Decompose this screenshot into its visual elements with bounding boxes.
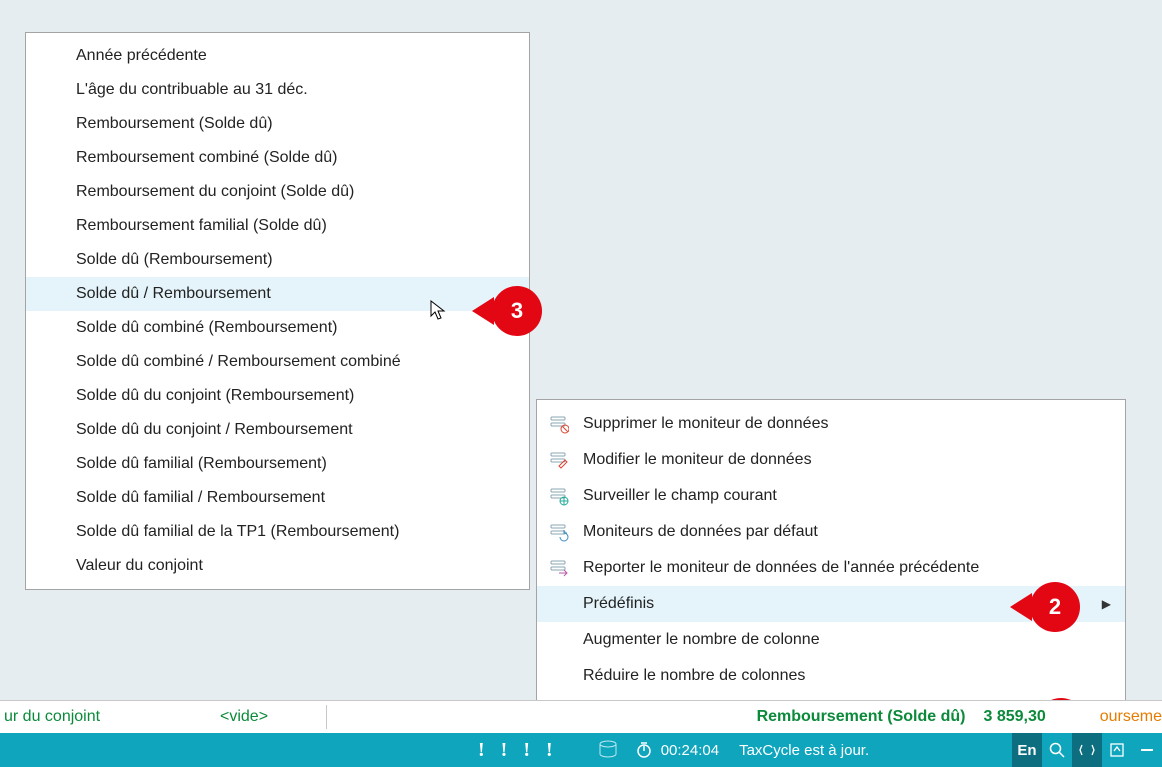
watch-field-icon bbox=[547, 484, 571, 508]
menu-item[interactable]: Solde dû du conjoint / Remboursement bbox=[26, 413, 529, 447]
alert-icon[interactable]: ! bbox=[523, 739, 530, 762]
submenu-arrow-icon: ▶ bbox=[1102, 597, 1111, 611]
alert-icon[interactable]: ! bbox=[546, 739, 553, 762]
menu-decrease-columns[interactable]: Réduire le nombre de colonnes bbox=[537, 658, 1125, 694]
menu-item[interactable]: Remboursement (Solde dû) bbox=[26, 107, 529, 141]
menu-item[interactable]: Remboursement combiné (Solde dû) bbox=[26, 141, 529, 175]
menu-carry-forward[interactable]: Reporter le moniteur de données de l'ann… bbox=[537, 550, 1125, 586]
blank-icon bbox=[547, 592, 571, 616]
monitor-label-refund[interactable]: Remboursement (Solde dû) bbox=[757, 708, 970, 726]
edit-monitor-icon bbox=[547, 448, 571, 472]
app-status-bar: ! ! ! ! 00:24:04 TaxCycle est à jour. En bbox=[0, 733, 1162, 767]
language-toggle[interactable]: En bbox=[1012, 733, 1042, 767]
menu-increase-columns[interactable]: Augmenter le nombre de colonne bbox=[537, 622, 1125, 658]
menu-item[interactable]: Année précédente bbox=[26, 39, 529, 73]
menu-item[interactable]: Solde dû combiné / Remboursement combiné bbox=[26, 345, 529, 379]
preset-submenu: Année précédente L'âge du contribuable a… bbox=[25, 32, 530, 590]
menu-item[interactable]: Solde dû (Remboursement) bbox=[26, 243, 529, 277]
minimize-button[interactable] bbox=[1132, 733, 1162, 767]
menu-default-monitors[interactable]: Moniteurs de données par défaut bbox=[537, 514, 1125, 550]
menu-item-label: Modifier le moniteur de données bbox=[583, 451, 812, 469]
search-button[interactable] bbox=[1042, 733, 1072, 767]
delete-monitor-icon bbox=[547, 412, 571, 436]
menu-item[interactable]: Valeur du conjoint bbox=[26, 549, 529, 583]
expand-panel-button[interactable] bbox=[1102, 733, 1132, 767]
blank-icon bbox=[547, 664, 571, 688]
menu-item[interactable]: Remboursement du conjoint (Solde dû) bbox=[26, 175, 529, 209]
menu-edit-monitor[interactable]: Modifier le moniteur de données bbox=[537, 442, 1125, 478]
menu-item-label: Surveiller le champ courant bbox=[583, 487, 777, 505]
resize-panel-button[interactable] bbox=[1072, 733, 1102, 767]
divider bbox=[326, 705, 327, 729]
menu-item[interactable]: Remboursement familial (Solde dû) bbox=[26, 209, 529, 243]
stopwatch-icon[interactable] bbox=[635, 741, 653, 759]
blank-icon bbox=[547, 628, 571, 652]
alert-icon[interactable]: ! bbox=[478, 739, 485, 762]
alert-icon[interactable]: ! bbox=[501, 739, 508, 762]
app-update-status: TaxCycle est à jour. bbox=[739, 742, 869, 759]
menu-item[interactable]: Solde dû familial / Remboursement bbox=[26, 481, 529, 515]
database-icon[interactable] bbox=[597, 740, 619, 760]
menu-item-label: Prédéfinis bbox=[583, 595, 654, 613]
annotation-callout-2: 2 bbox=[1030, 582, 1080, 632]
reset-monitor-icon bbox=[547, 520, 571, 544]
menu-item[interactable]: Solde dû familial de la TP1 (Rembourseme… bbox=[26, 515, 529, 549]
menu-item[interactable]: Solde dû du conjoint (Remboursement) bbox=[26, 379, 529, 413]
monitor-label-partial[interactable]: ur du conjoint bbox=[0, 708, 220, 726]
monitor-amount[interactable]: 3 859,30 bbox=[969, 708, 1049, 726]
menu-item-label: Moniteurs de données par défaut bbox=[583, 523, 818, 541]
monitor-value-empty[interactable]: <vide> bbox=[220, 708, 320, 726]
menu-item-label: Réduire le nombre de colonnes bbox=[583, 667, 805, 685]
monitor-label-partial-right: ourseme bbox=[1050, 708, 1162, 726]
carry-forward-icon bbox=[547, 556, 571, 580]
alert-indicators[interactable]: ! ! ! ! bbox=[478, 739, 553, 762]
menu-item-label: Supprimer le moniteur de données bbox=[583, 415, 828, 433]
menu-item-label: Augmenter le nombre de colonne bbox=[583, 631, 820, 649]
timer-value[interactable]: 00:24:04 bbox=[661, 742, 719, 759]
menu-watch-field[interactable]: Surveiller le champ courant bbox=[537, 478, 1125, 514]
menu-item[interactable]: L'âge du contribuable au 31 déc. bbox=[26, 73, 529, 107]
menu-item-label: Reporter le moniteur de données de l'ann… bbox=[583, 559, 979, 577]
annotation-callout-3: 3 bbox=[492, 286, 542, 336]
context-menu: Supprimer le moniteur de données Modifie… bbox=[536, 399, 1126, 701]
data-monitor-bar: ur du conjoint <vide> Remboursement (Sol… bbox=[0, 700, 1162, 733]
menu-item[interactable]: Solde dû combiné (Remboursement) bbox=[26, 311, 529, 345]
menu-item[interactable]: Solde dû familial (Remboursement) bbox=[26, 447, 529, 481]
menu-delete-monitor[interactable]: Supprimer le moniteur de données bbox=[537, 406, 1125, 442]
menu-item-highlighted[interactable]: Solde dû / Remboursement bbox=[26, 277, 529, 311]
